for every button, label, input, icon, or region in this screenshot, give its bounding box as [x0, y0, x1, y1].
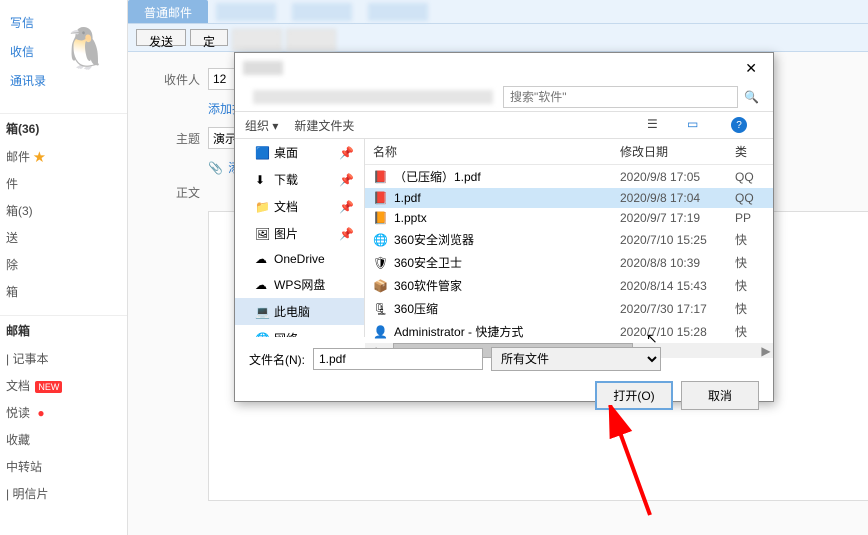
tree-item-OneDrive[interactable]: ☁OneDrive [235, 247, 364, 271]
help-icon[interactable]: ? [731, 117, 747, 133]
file-row[interactable]: 📕（已压缩）1.pdf2020/9/8 17:05QQ [365, 165, 773, 188]
subject-label: 主题 [152, 130, 200, 147]
folder-list-1: 邮件 ★ 件 箱(3) 送 除 箱 [0, 143, 127, 305]
pin-icon: 📌 [339, 227, 354, 241]
new-folder-button[interactable]: 新建文件夹 [294, 117, 354, 134]
filetype-select[interactable]: 所有文件 [491, 347, 661, 371]
file-icon: 📦 [373, 279, 389, 293]
file-row[interactable]: 🗜360压缩2020/7/30 17:17快 [365, 297, 773, 320]
dialog-toolbar: 组织 ▾ 新建文件夹 ☰ ▭ ? [235, 111, 773, 139]
organize-dropdown[interactable]: 组织 ▾ [245, 117, 278, 134]
folder-item[interactable]: 箱(3) [0, 197, 127, 224]
primary-nav: 写信 收信 通讯录 🐧 [0, 0, 127, 103]
toolbar-blurred-button[interactable] [232, 29, 282, 51]
tab-blurred[interactable] [292, 3, 352, 21]
tab-blurred[interactable] [368, 3, 428, 21]
dialog-title-blurred [243, 61, 283, 75]
dialog-titlebar: ✕ [235, 53, 773, 83]
file-row[interactable]: 🛡360安全卫士2020/8/8 10:39快 [365, 251, 773, 274]
recipient-label: 收件人 [152, 71, 200, 88]
star-icon: ★ [33, 150, 45, 164]
folder-icon: 💻 [255, 305, 269, 319]
file-list: 名称 修改日期 类 📕（已压缩）1.pdf2020/9/8 17:05QQ📕1.… [365, 139, 773, 337]
col-name[interactable]: 名称 [373, 143, 620, 160]
filename-label: 文件名(N): [249, 351, 305, 368]
folder-item[interactable]: 收藏 [0, 426, 127, 453]
folder-tree: 🟦桌面📌⬇下载📌📁文档📌🖼图片📌☁OneDrive☁WPS网盘💻此电脑🌐网络 [235, 139, 365, 337]
folder-icon: ⬇ [255, 173, 269, 187]
col-type[interactable]: 类 [735, 143, 765, 160]
dot-icon: ● [37, 406, 44, 420]
folder-item[interactable]: 箱 [0, 278, 127, 305]
open-button[interactable]: 打开(O) [595, 381, 673, 410]
folder-icon: 🟦 [255, 146, 269, 160]
file-icon: 📕 [373, 191, 389, 205]
breadcrumb-blurred[interactable] [253, 90, 493, 104]
toolbar-blurred-button[interactable] [286, 29, 336, 51]
file-icon: 🌐 [373, 233, 389, 247]
column-headers: 名称 修改日期 类 [365, 139, 773, 165]
folder-item[interactable]: | 明信片 [0, 480, 127, 507]
tree-item-此电脑[interactable]: 💻此电脑 [235, 298, 364, 325]
tree-item-图片[interactable]: 🖼图片📌 [235, 220, 364, 247]
file-icon: 👤 [373, 325, 389, 339]
group-title[interactable]: 邮箱 [0, 315, 127, 345]
mail-sidebar: 写信 收信 通讯录 🐧 箱(36) 邮件 ★ 件 箱(3) 送 除 箱 邮箱 |… [0, 0, 128, 535]
folder-icon: 🌐 [255, 332, 269, 338]
inbox-count[interactable]: 箱(36) [0, 113, 127, 143]
tab-normal-mail[interactable]: 普通邮件 [128, 0, 208, 23]
preview-pane-icon[interactable]: ▭ [687, 117, 703, 133]
paperclip-icon: 📎 [208, 161, 223, 175]
tab-bar: 普通邮件 [128, 0, 868, 24]
close-button[interactable]: ✕ [737, 58, 765, 79]
tree-item-桌面[interactable]: 🟦桌面📌 [235, 139, 364, 166]
col-date[interactable]: 修改日期 [620, 143, 735, 160]
tree-item-下载[interactable]: ⬇下载📌 [235, 166, 364, 193]
search-icon[interactable]: 🔍 [738, 87, 765, 107]
file-icon: 🗜 [373, 302, 389, 316]
folder-item[interactable]: 邮件 ★ [0, 143, 127, 170]
folder-item[interactable]: | 记事本 [0, 345, 127, 372]
search-input[interactable] [503, 86, 738, 108]
compose-toolbar: 发送 定 [128, 24, 868, 52]
file-icon: 📙 [373, 211, 389, 225]
pin-icon: 📌 [339, 173, 354, 187]
filename-input[interactable] [313, 348, 483, 370]
folder-list-2: | 记事本 文档 NEW 悦读 ● 收藏 中转站 | 明信片 [0, 345, 127, 507]
scroll-right-icon[interactable]: ▶ [759, 344, 773, 358]
file-row[interactable]: 👤Administrator - 快捷方式2020/7/10 15:28快 [365, 320, 773, 343]
file-icon: 📕 [373, 170, 389, 184]
folder-item[interactable]: 中转站 [0, 453, 127, 480]
penguin-icon: 🐧 [60, 25, 110, 72]
file-open-dialog: ✕ 🔍 组织 ▾ 新建文件夹 ☰ ▭ ? 🟦桌面📌⬇下载📌📁文档📌🖼图片📌☁On… [234, 52, 774, 402]
file-icon: 🛡 [373, 256, 389, 270]
pin-icon: 📌 [339, 200, 354, 214]
folder-item[interactable]: 件 [0, 170, 127, 197]
folder-icon: 📁 [255, 200, 269, 214]
folder-item[interactable]: 文档 NEW [0, 372, 127, 399]
folder-icon: ☁ [255, 252, 269, 266]
send-button[interactable]: 发送 [136, 29, 186, 46]
new-badge: NEW [35, 381, 62, 393]
folder-icon: 🖼 [255, 227, 269, 241]
folder-item[interactable]: 送 [0, 224, 127, 251]
folder-item[interactable]: 悦读 ● [0, 399, 127, 426]
schedule-button[interactable]: 定 [190, 29, 228, 46]
dialog-nav: 🔍 [235, 83, 773, 111]
folder-item[interactable]: 除 [0, 251, 127, 278]
tree-item-文档[interactable]: 📁文档📌 [235, 193, 364, 220]
body-label: 正文 [152, 184, 200, 201]
folder-icon: ☁ [255, 278, 269, 292]
file-row[interactable]: 📙1.pptx2020/9/7 17:19PP [365, 208, 773, 228]
cancel-button[interactable]: 取消 [681, 381, 759, 410]
tree-item-网络[interactable]: 🌐网络 [235, 325, 364, 337]
file-row[interactable]: 📕1.pdf2020/9/8 17:04QQ [365, 188, 773, 208]
tab-blurred[interactable] [216, 3, 276, 21]
tree-item-WPS网盘[interactable]: ☁WPS网盘 [235, 271, 364, 298]
pin-icon: 📌 [339, 146, 354, 160]
file-row[interactable]: 🌐360安全浏览器2020/7/10 15:25快 [365, 228, 773, 251]
view-mode-icon[interactable]: ☰ [647, 117, 663, 133]
file-row[interactable]: 📦360软件管家2020/8/14 15:43快 [365, 274, 773, 297]
